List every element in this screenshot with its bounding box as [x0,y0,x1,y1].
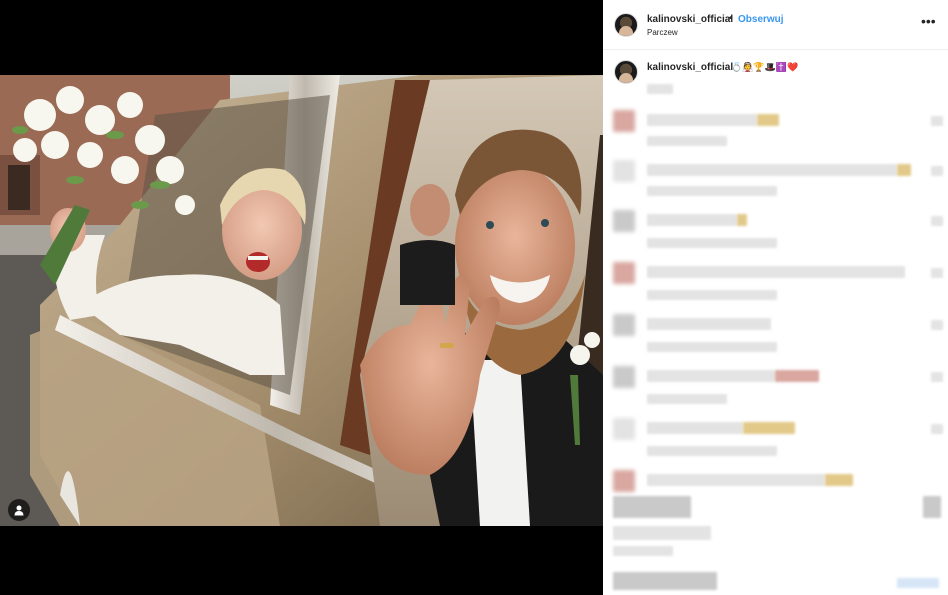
caption-avatar[interactable] [614,60,638,84]
wedding-photo-illustration [0,75,603,526]
comment-text-blurred [647,114,757,126]
comment-text-blurred [757,114,779,126]
publish-button-blurred[interactable] [897,578,939,588]
comment-meta-blurred [647,290,777,300]
caption-username-link[interactable]: kalinovski_official [647,62,733,73]
comment-text-blurred [647,370,775,382]
comment-meta-blurred [647,136,727,146]
comment-like-blurred[interactable] [931,372,943,382]
username-link[interactable]: kalinovski_official [647,14,733,25]
comment-text-blurred [647,214,737,226]
comment-avatar[interactable] [613,262,635,284]
comment-like-blurred[interactable] [931,320,943,330]
comment-avatar[interactable] [613,366,635,388]
user-tag-icon[interactable] [8,499,30,521]
comment-text-blurred [647,474,825,486]
comment-avatar[interactable] [613,418,635,440]
comment-avatar[interactable] [613,210,635,232]
caption-meta-blurred [647,84,673,94]
comment-like-blurred[interactable] [931,268,943,278]
comment-text-blurred [737,214,747,226]
comment-meta-blurred [647,238,777,248]
comment-text-blurred [743,422,795,434]
comment-meta-blurred [647,446,777,456]
comment-like-blurred[interactable] [931,116,943,126]
comment-avatar[interactable] [613,314,635,336]
comment-text-blurred [825,474,853,486]
comment-like-blurred[interactable] [931,166,943,176]
comment-like-blurred[interactable] [931,216,943,226]
comment-text-blurred [775,370,819,382]
bookmark-blurred[interactable] [923,496,941,518]
comment-input-blurred[interactable] [613,572,717,590]
comment-meta-blurred [647,394,727,404]
comment-meta-blurred [647,186,777,196]
follow-button[interactable]: Obserwuj [738,14,784,25]
comment-avatar[interactable] [613,110,635,132]
comment-avatar[interactable] [613,160,635,182]
location-link[interactable]: Parczew [647,28,678,37]
comment-like-blurred[interactable] [931,424,943,434]
date-blurred [613,546,673,556]
post-photo[interactable] [0,75,603,526]
avatar[interactable] [614,13,638,37]
comment-text-blurred [897,164,911,176]
more-options-icon[interactable]: ••• [921,13,936,29]
comment-text-blurred [647,266,905,278]
post-sidebar: kalinovski_official • Obserwuj Parczew •… [603,0,948,595]
comment-avatar[interactable] [613,470,635,492]
comment-text-blurred [647,318,771,330]
comment-meta-blurred [647,342,777,352]
post-header: kalinovski_official • Obserwuj Parczew •… [603,0,948,50]
comment-text-blurred [647,422,743,434]
caption-emojis: 💍👰🏆🎩✝️❤️ [731,62,799,72]
comment-text-blurred [647,164,897,176]
separator-dot: • [729,13,733,24]
photo-area [0,0,603,595]
likes-blurred [613,526,711,540]
actions-row-blurred[interactable] [613,496,691,518]
